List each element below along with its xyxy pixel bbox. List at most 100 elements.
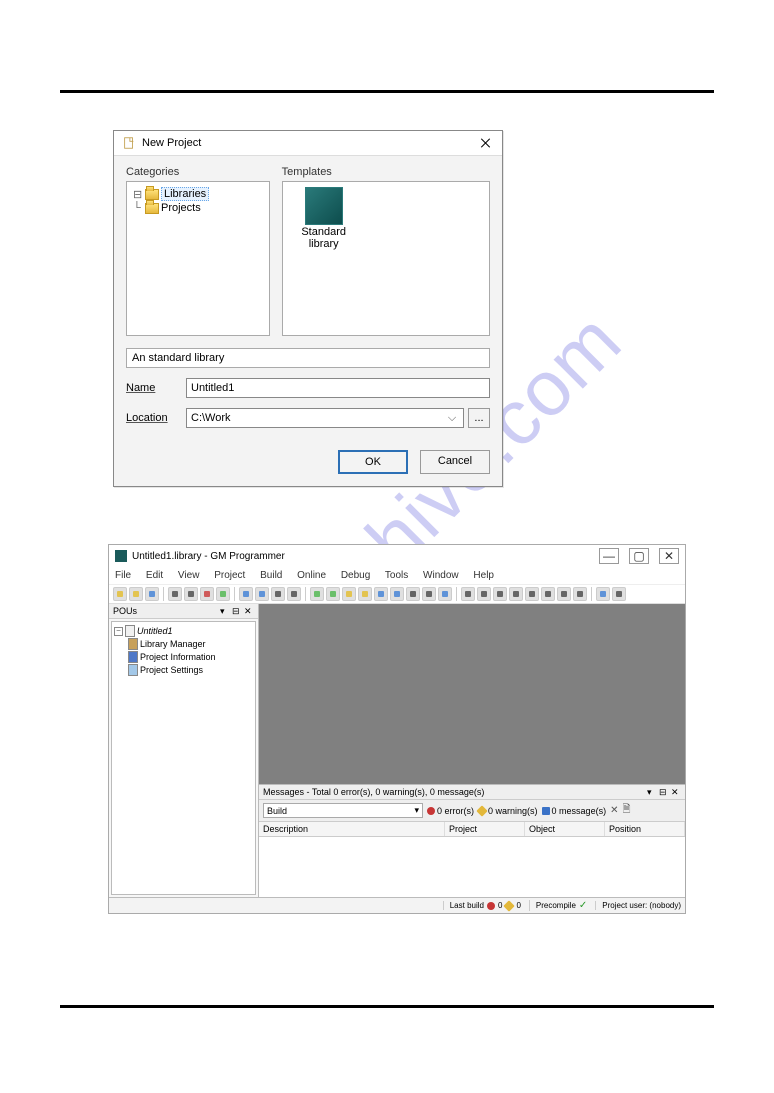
toolbar-button[interactable] (422, 587, 436, 601)
toolbar-button[interactable] (390, 587, 404, 601)
menu-help[interactable]: Help (473, 570, 494, 581)
toolbar-separator (234, 587, 235, 601)
toolbar-separator (163, 587, 164, 601)
toolbar-button[interactable] (200, 587, 214, 601)
chevron-down-icon[interactable]: ▾ (220, 606, 230, 616)
name-row: Name (126, 378, 490, 398)
pin-icon[interactable]: ⊟ (659, 787, 669, 797)
template-label: Standard library (289, 226, 359, 250)
toolbar-button[interactable] (612, 587, 626, 601)
close-icon[interactable]: ✕ (244, 606, 254, 616)
tree-root[interactable]: − Untitled1 (114, 625, 253, 637)
template-standard-library[interactable]: Standard library (289, 188, 359, 329)
ok-button[interactable]: OK (338, 450, 408, 474)
toolbar-separator (456, 587, 457, 601)
col-position[interactable]: Position (605, 822, 685, 836)
clear-icon[interactable]: ✕ (610, 805, 618, 816)
messages-chip[interactable]: 0 message(s) (542, 806, 607, 816)
tree-item-project-settings[interactable]: Project Settings (114, 664, 253, 676)
location-combo[interactable]: C:\Work ⌵ (186, 408, 464, 428)
toolbar-separator (591, 587, 592, 601)
toolbar-button[interactable] (326, 587, 340, 601)
menu-file[interactable]: File (115, 570, 131, 581)
category-label: Libraries (161, 187, 209, 201)
toolbar-button[interactable] (573, 587, 587, 601)
app-icon (115, 550, 127, 562)
status-last-build: Last build 0 0 (443, 901, 521, 910)
toolbar-button[interactable] (342, 587, 356, 601)
toolbar-button[interactable] (374, 587, 388, 601)
toolbar-button[interactable] (509, 587, 523, 601)
message-icon (542, 807, 550, 815)
col-description[interactable]: Description (259, 822, 445, 836)
menu-tools[interactable]: Tools (385, 570, 408, 581)
toolbar-button[interactable] (216, 587, 230, 601)
folder-icon (145, 189, 159, 200)
project-tree[interactable]: − Untitled1 Library Manager Project Info… (111, 621, 256, 895)
toolbar-button[interactable] (493, 587, 507, 601)
toolbar-button[interactable] (438, 587, 452, 601)
toolbar-button[interactable] (113, 587, 127, 601)
chevron-down-icon[interactable]: ⌵ (445, 412, 459, 425)
toolbar-button[interactable] (239, 587, 253, 601)
menu-project[interactable]: Project (214, 570, 245, 581)
toolbar-button[interactable] (145, 587, 159, 601)
browse-button[interactable]: ... (468, 408, 490, 428)
toolbar-button[interactable] (557, 587, 571, 601)
maximize-icon[interactable]: ▢ (629, 548, 649, 564)
error-icon (427, 807, 435, 815)
category-projects[interactable]: └ Projects (129, 202, 267, 214)
menu-debug[interactable]: Debug (341, 570, 370, 581)
toolbar-button[interactable] (255, 587, 269, 601)
close-icon[interactable] (478, 135, 494, 151)
toolbar-button[interactable] (168, 587, 182, 601)
toolbar-button[interactable] (406, 587, 420, 601)
name-input[interactable] (186, 378, 490, 398)
messages-filter-select[interactable]: Build ▾ (263, 803, 423, 818)
close-icon[interactable]: ✕ (659, 548, 679, 564)
col-object[interactable]: Object (525, 822, 605, 836)
tree-item-library-manager[interactable]: Library Manager (114, 638, 253, 650)
template-description: An standard library (126, 348, 490, 368)
minimize-icon[interactable]: — (599, 548, 619, 564)
toolbar-button[interactable] (541, 587, 555, 601)
settings-icon (128, 664, 138, 676)
toolbar-button[interactable] (461, 587, 475, 601)
categories-list[interactable]: ⊟ Libraries └ Projects (126, 181, 270, 336)
menu-edit[interactable]: Edit (146, 570, 163, 581)
menu-build[interactable]: Build (260, 570, 282, 581)
close-icon[interactable]: ✕ (671, 787, 681, 797)
chevron-down-icon[interactable]: ▾ (647, 787, 657, 797)
messages-count: 0 message(s) (552, 806, 607, 816)
templates-label: Templates (282, 166, 490, 178)
tree-branch-icon: ⊟ (133, 188, 143, 201)
menu-view[interactable]: View (178, 570, 200, 581)
toolbar-button[interactable] (271, 587, 285, 601)
expand-icon[interactable]: − (114, 627, 123, 636)
editor-area (259, 604, 685, 784)
cancel-button[interactable]: Cancel (420, 450, 490, 474)
dialog-title: New Project (142, 137, 478, 149)
toolbar-button[interactable] (184, 587, 198, 601)
toolbar-button[interactable] (525, 587, 539, 601)
col-project[interactable]: Project (445, 822, 525, 836)
toolbar-button[interactable] (358, 587, 372, 601)
templates-list[interactable]: Standard library (282, 181, 490, 336)
categories-label: Categories (126, 166, 270, 178)
location-label: Location (126, 412, 186, 424)
warnings-chip[interactable]: 0 warning(s) (478, 806, 538, 816)
clipboard-icon[interactable]: 🗎 (622, 802, 630, 819)
menu-online[interactable]: Online (297, 570, 326, 581)
errors-chip[interactable]: 0 error(s) (427, 806, 474, 816)
toolbar-separator (305, 587, 306, 601)
menu-window[interactable]: Window (423, 570, 459, 581)
new-project-dialog: New Project Categories ⊟ Libraries └ Pro… (113, 130, 503, 487)
toolbar-button[interactable] (596, 587, 610, 601)
window-title: Untitled1.library - GM Programmer (132, 551, 599, 562)
toolbar-button[interactable] (477, 587, 491, 601)
pin-icon[interactable]: ⊟ (232, 606, 242, 616)
toolbar-button[interactable] (287, 587, 301, 601)
tree-item-project-information[interactable]: Project Information (114, 651, 253, 663)
toolbar-button[interactable] (129, 587, 143, 601)
toolbar-button[interactable] (310, 587, 324, 601)
